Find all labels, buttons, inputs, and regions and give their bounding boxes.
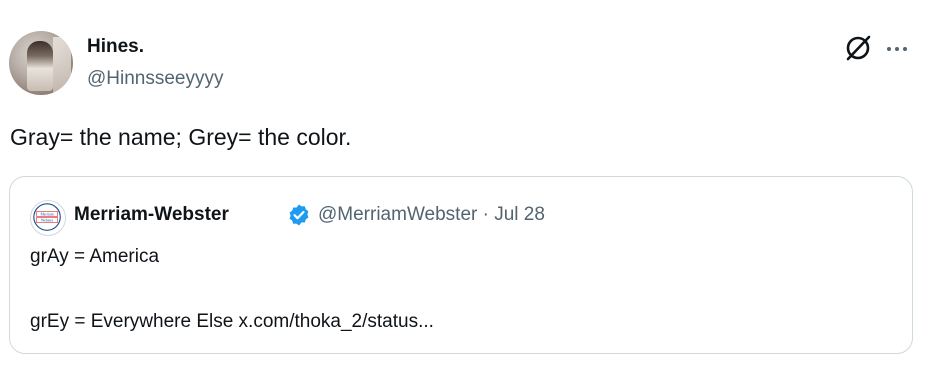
quoted-tweet[interactable]: Merriam Webster Merriam-Webster @Merriam… [9, 176, 913, 354]
quoted-author-meta[interactable]: @MerriamWebster · Jul 28 [318, 204, 545, 226]
author-avatar[interactable] [9, 31, 73, 95]
author-name[interactable]: Hines. [87, 36, 144, 58]
more-icon[interactable] [884, 36, 910, 62]
quoted-text-line: grEy = Everywhere Else x.com/thoka_2/sta… [30, 311, 434, 332]
author-handle[interactable]: @Hinnsseeyyyy [87, 68, 224, 90]
svg-text:Webster: Webster [41, 218, 54, 222]
avatar-figure [27, 41, 53, 91]
grok-icon[interactable] [843, 33, 873, 63]
quoted-text-line: grAy = America [30, 246, 160, 267]
merriam-webster-logo: Merriam Webster [33, 203, 61, 231]
svg-text:Merriam: Merriam [40, 212, 53, 216]
verified-icon [289, 204, 309, 226]
tweet-text: Gray= the name; Grey= the color. [10, 124, 352, 150]
quoted-author-avatar[interactable]: Merriam Webster [30, 200, 66, 236]
tweet[interactable]: Hines. @Hinnsseeyyyy Gray= the name; Gre… [0, 0, 936, 378]
avatar-background [53, 37, 71, 95]
quoted-author-name[interactable]: Merriam-Webster [74, 204, 229, 226]
